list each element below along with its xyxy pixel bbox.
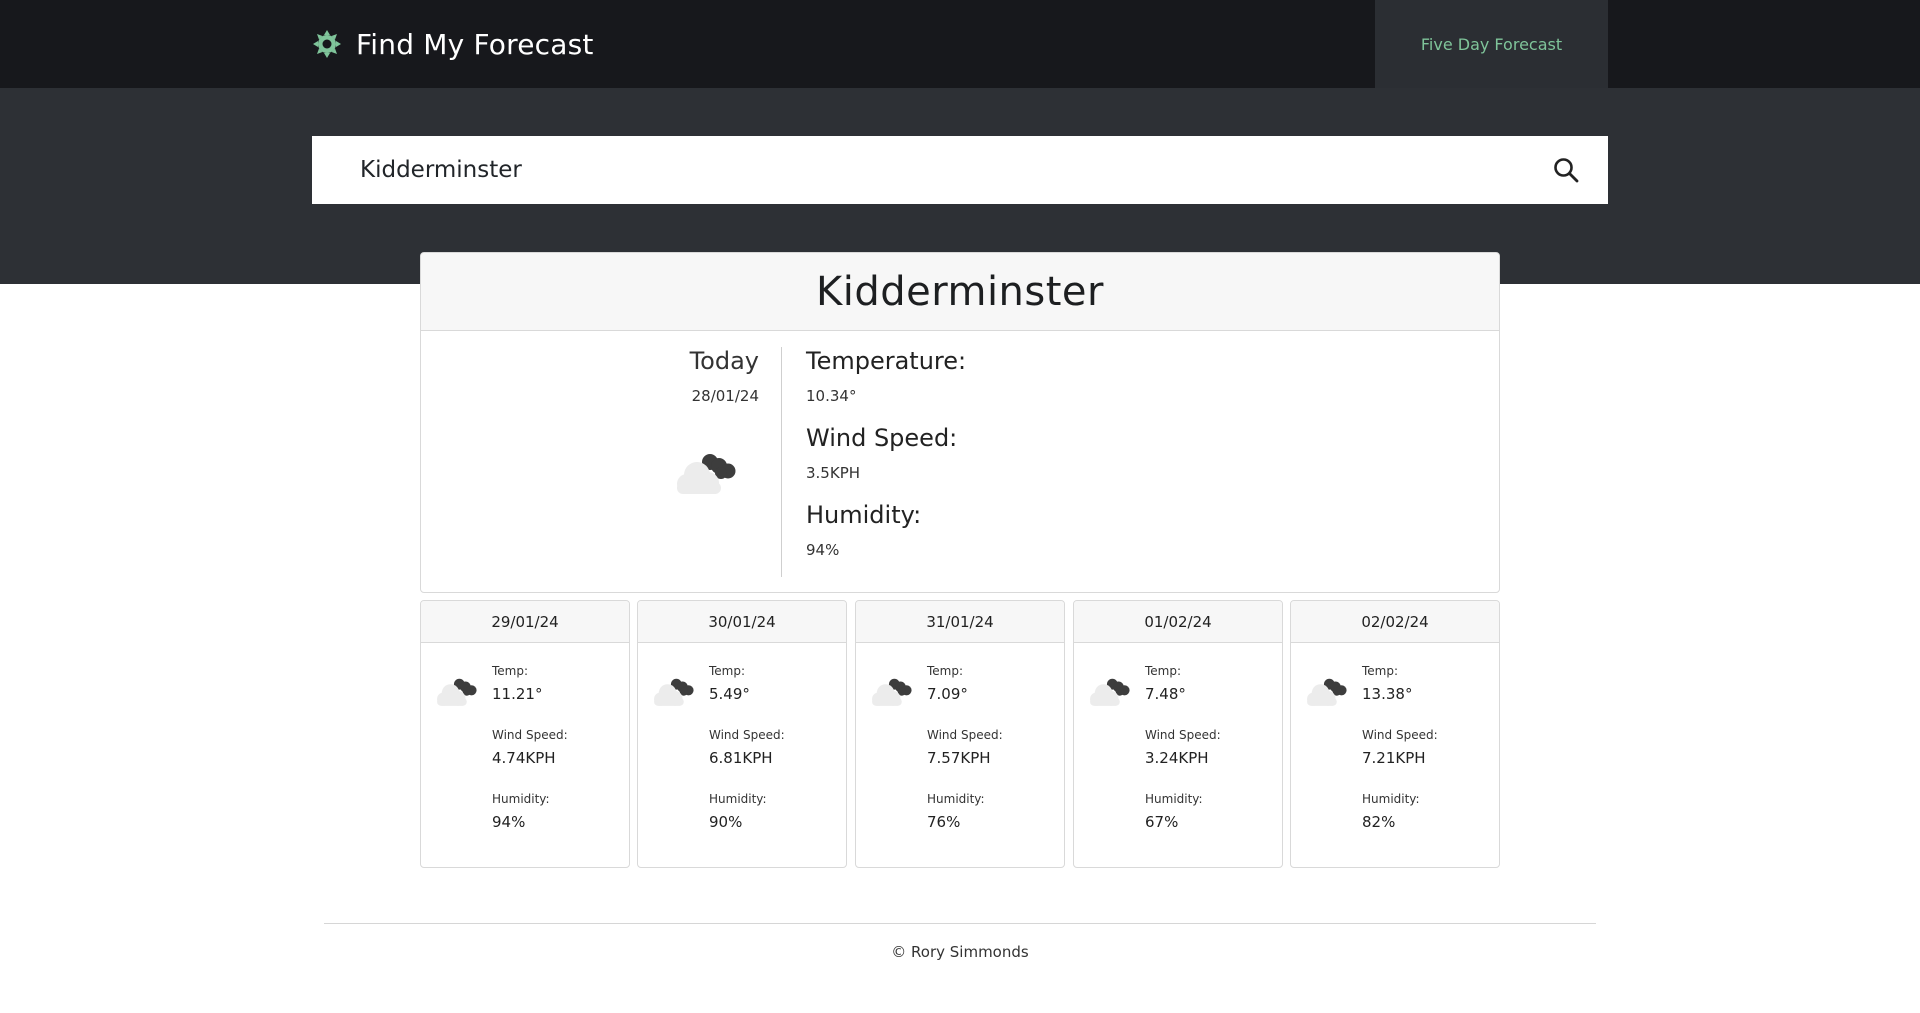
today-column: Today 28/01/24: [421, 331, 781, 592]
temp-value: 11.21°: [492, 685, 543, 703]
current-card-body: Today 28/01/24 Temperature: 10.34° Wind …: [421, 331, 1499, 592]
cloudy-icon: [1090, 678, 1130, 706]
forecast-date: 02/02/24: [1291, 601, 1499, 643]
humidity-label: Humidity:: [1145, 792, 1203, 806]
temp-value: 7.48°: [1145, 685, 1186, 703]
wind-speed-value: 7.21KPH: [1362, 749, 1426, 767]
search-icon: [1554, 158, 1579, 183]
wind-speed-label: Wind Speed:: [927, 728, 1003, 742]
footer-copyright: © Rory Simmonds: [891, 943, 1029, 961]
temp-label: Temp:: [492, 664, 529, 678]
forecast-card: 02/02/24 Temp: 13.38° Wind Speed: 7.21KP…: [1290, 600, 1500, 868]
humidity-value: 76%: [927, 813, 961, 831]
temp-label: Temp:: [1145, 664, 1182, 678]
humidity-label: Humidity:: [927, 792, 985, 806]
forecast-card: 31/01/24 Temp: 7.09° Wind Speed: 7.57KPH…: [855, 600, 1065, 868]
search-bar: [312, 136, 1608, 204]
wind-speed-label: Wind Speed:: [1362, 728, 1438, 742]
search-button[interactable]: [1524, 136, 1608, 204]
five-day-forecast-link[interactable]: Five Day Forecast: [1421, 35, 1562, 54]
current-card-header: Kidderminster: [421, 253, 1499, 331]
forecast-date: 30/01/24: [638, 601, 846, 643]
nav-item-five-day-forecast[interactable]: Five Day Forecast: [1375, 0, 1608, 88]
wind-speed-value: 3.5KPH: [806, 464, 861, 482]
humidity-value: 82%: [1362, 813, 1396, 831]
humidity-value: 94%: [806, 541, 840, 559]
vertical-divider: [781, 347, 782, 577]
temperature-label: Temperature:: [806, 347, 967, 375]
wind-speed-value: 4.74KPH: [492, 749, 556, 767]
five-day-forecast: 29/01/24 Temp: 11.21° Wind Speed: 4.74KP…: [420, 600, 1500, 868]
humidity-label: Humidity:: [806, 501, 922, 529]
temp-label: Temp:: [709, 664, 746, 678]
humidity-value: 94%: [492, 813, 526, 831]
wind-speed-label: Wind Speed:: [806, 424, 958, 452]
temp-value: 5.49°: [709, 685, 750, 703]
cloudy-icon: [654, 678, 694, 706]
wind-speed-value: 6.81KPH: [709, 749, 773, 767]
today-date: 28/01/24: [691, 387, 759, 405]
sun-icon: [313, 30, 341, 58]
forecast-date: 31/01/24: [856, 601, 1064, 643]
current-weather-card: Kidderminster Today 28/01/24 Temperature…: [420, 252, 1500, 593]
temperature-value: 10.34°: [806, 387, 857, 405]
temp-label: Temp:: [1362, 664, 1399, 678]
forecast-card: 30/01/24 Temp: 5.49° Wind Speed: 6.81KPH…: [637, 600, 847, 868]
wind-speed-value: 7.57KPH: [927, 749, 991, 767]
temp-label: Temp:: [927, 664, 964, 678]
brand[interactable]: Find My Forecast: [312, 27, 594, 61]
wind-speed-label: Wind Speed:: [1145, 728, 1221, 742]
cloudy-icon: [437, 678, 477, 706]
forecast-card: 29/01/24 Temp: 11.21° Wind Speed: 4.74KP…: [420, 600, 630, 868]
temp-value: 7.09°: [927, 685, 968, 703]
humidity-value: 90%: [709, 813, 743, 831]
navbar: Find My Forecast Five Day Forecast: [0, 0, 1920, 88]
forecast-card: 01/02/24 Temp: 7.48° Wind Speed: 3.24KPH…: [1073, 600, 1283, 868]
wind-speed-label: Wind Speed:: [709, 728, 785, 742]
cloudy-icon: [872, 678, 912, 706]
city-name: Kidderminster: [816, 268, 1104, 315]
wind-speed-label: Wind Speed:: [492, 728, 568, 742]
search-input[interactable]: [312, 136, 1524, 204]
forecast-date: 29/01/24: [421, 601, 629, 643]
humidity-value: 67%: [1145, 813, 1179, 831]
forecast-date: 01/02/24: [1074, 601, 1282, 643]
humidity-label: Humidity:: [1362, 792, 1420, 806]
cloudy-icon: [1307, 678, 1347, 706]
cloudy-icon: [677, 454, 736, 494]
brand-title: Find My Forecast: [356, 27, 594, 61]
today-label: Today: [689, 347, 759, 375]
wind-speed-value: 3.24KPH: [1145, 749, 1209, 767]
humidity-label: Humidity:: [709, 792, 767, 806]
temp-value: 13.38°: [1362, 685, 1413, 703]
footer-divider: [324, 923, 1596, 924]
humidity-label: Humidity:: [492, 792, 550, 806]
